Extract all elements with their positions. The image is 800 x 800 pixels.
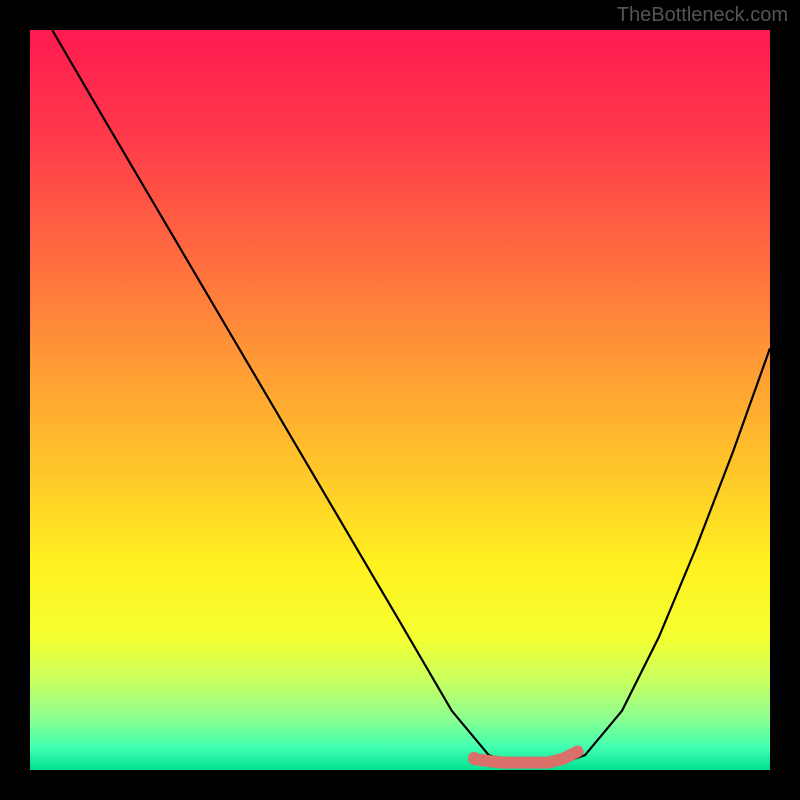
optimal-marker bbox=[474, 752, 578, 763]
bottleneck-curve bbox=[52, 30, 770, 763]
optimal-dot bbox=[468, 752, 480, 764]
watermark-text: TheBottleneck.com bbox=[617, 4, 788, 27]
curve-layer bbox=[30, 30, 770, 770]
plot-area bbox=[30, 30, 770, 770]
